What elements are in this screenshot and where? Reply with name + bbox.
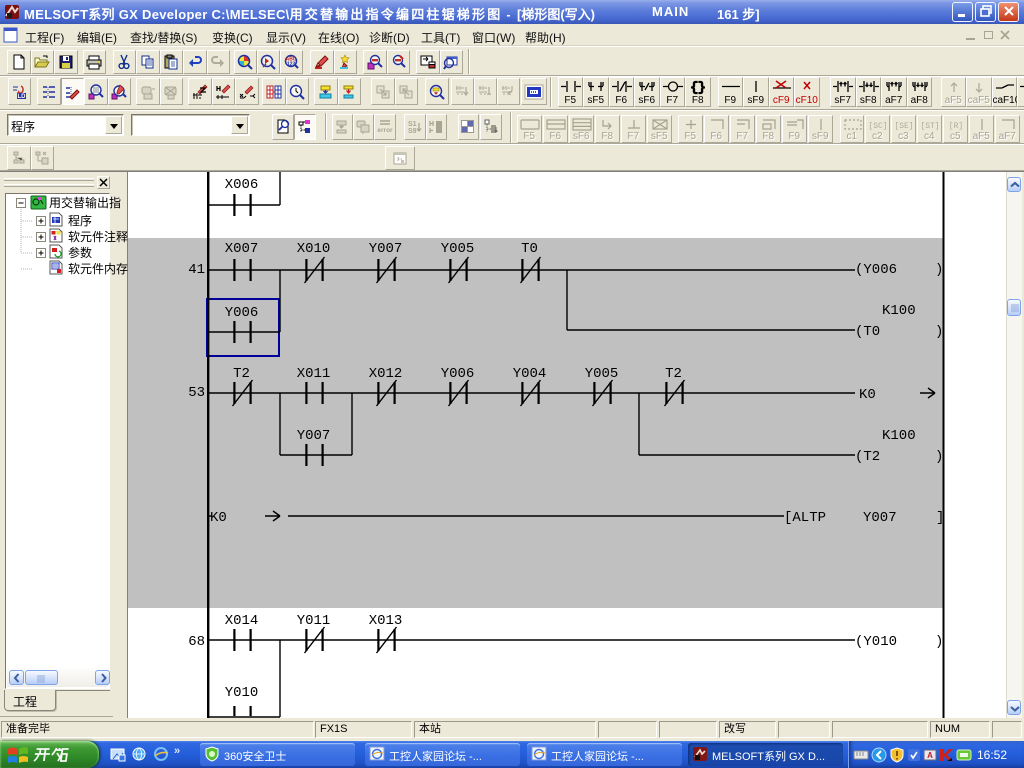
svg-text:X007: X007 — [225, 241, 259, 257]
svg-text:Y010: Y010 — [225, 685, 259, 701]
svg-text:41: 41 — [188, 262, 205, 278]
svg-text:68: 68 — [188, 634, 205, 650]
svg-text:X006: X006 — [225, 177, 259, 193]
svg-text:X011: X011 — [297, 366, 331, 382]
svg-text:软元件内存: 软元件内存 — [68, 262, 128, 276]
svg-text:K0: K0 — [859, 387, 876, 403]
svg-text:): ) — [935, 449, 943, 465]
svg-text:(T0: (T0 — [855, 324, 880, 340]
svg-text:LD: LD — [18, 94, 27, 100]
svg-text:Y006: Y006 — [225, 305, 259, 321]
svg-text:[SE]: [SE] — [894, 122, 913, 131]
svg-text:]: ] — [936, 510, 944, 526]
svg-text:X012: X012 — [369, 366, 403, 382]
svg-text:Y007: Y007 — [863, 510, 897, 526]
svg-text:T0: T0 — [521, 241, 538, 257]
svg-text:X014: X014 — [225, 613, 259, 629]
svg-text:K0: K0 — [210, 510, 227, 526]
svg-text:K100: K100 — [882, 428, 916, 444]
svg-text:X010: X010 — [297, 241, 331, 257]
svg-text:(Y010: (Y010 — [855, 634, 897, 650]
svg-text:): ) — [935, 324, 943, 340]
svg-text:用交替输出指: 用交替输出指 — [49, 195, 121, 210]
svg-text:K100: K100 — [882, 303, 916, 319]
svg-text:A: A — [927, 751, 933, 760]
svg-text:Y006: Y006 — [441, 366, 475, 382]
svg-text:S1: S1 — [408, 121, 417, 128]
svg-text:{}: {} — [690, 80, 706, 95]
svg-text:(Y006: (Y006 — [855, 262, 897, 278]
svg-text:123: 123 — [287, 62, 296, 68]
svg-text:[ALTP: [ALTP — [784, 510, 826, 526]
svg-text:[SC]: [SC] — [868, 122, 887, 131]
svg-text:(T2: (T2 — [855, 449, 880, 465]
svg-text:Y007: Y007 — [297, 428, 331, 444]
svg-text:[ST]: [ST] — [920, 122, 939, 131]
svg-text:53: 53 — [188, 385, 205, 401]
svg-text:软元件注释: 软元件注释 — [68, 229, 128, 244]
svg-text:T2: T2 — [665, 366, 682, 382]
svg-text:Y011: Y011 — [297, 613, 331, 629]
svg-text:): ) — [935, 262, 943, 278]
svg-text:T2: T2 — [233, 366, 250, 382]
svg-text:X013: X013 — [369, 613, 403, 629]
svg-text:程序: 程序 — [68, 213, 92, 228]
svg-text:Y004: Y004 — [513, 366, 547, 382]
svg-text:): ) — [935, 634, 943, 650]
svg-text:Y005: Y005 — [585, 366, 619, 382]
svg-text:S9: S9 — [408, 128, 417, 135]
svg-text:参数: 参数 — [68, 245, 92, 260]
svg-text:Y007: Y007 — [369, 241, 403, 257]
svg-text:[R]: [R] — [949, 122, 963, 131]
svg-text:Y005: Y005 — [441, 241, 475, 257]
svg-text:error: error — [377, 127, 393, 134]
